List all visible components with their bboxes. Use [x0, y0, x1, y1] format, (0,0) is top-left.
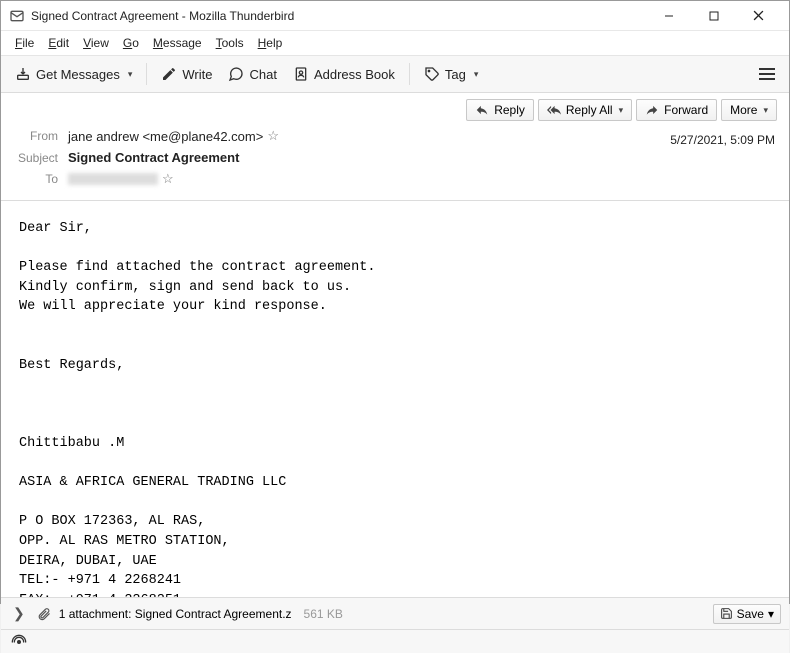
tag-button[interactable]: Tag ▾	[418, 62, 485, 86]
chevron-down-icon: ▾	[128, 69, 133, 80]
chevron-down-icon: ▾	[768, 607, 774, 621]
reply-all-button[interactable]: Reply All ▾	[538, 99, 632, 121]
pencil-icon	[161, 66, 177, 82]
reply-label: Reply	[494, 103, 525, 117]
star-icon[interactable]: ☆	[267, 128, 279, 144]
chat-icon	[228, 66, 244, 82]
expand-attachments-button[interactable]: ❯	[9, 605, 29, 622]
maximize-button[interactable]	[691, 1, 736, 31]
menu-view[interactable]: View	[77, 34, 115, 52]
address-book-icon	[293, 66, 309, 82]
to-value-redacted	[68, 173, 158, 185]
attachment-size: 561 KB	[304, 607, 343, 621]
get-messages-label: Get Messages	[36, 67, 120, 82]
tag-icon	[424, 66, 440, 82]
subject-row: Subject Signed Contract Agreement	[13, 147, 777, 168]
menu-go[interactable]: Go	[117, 34, 145, 52]
hamburger-icon	[759, 68, 775, 80]
window-title: Signed Contract Agreement - Mozilla Thun…	[31, 9, 646, 23]
save-icon	[720, 607, 733, 620]
chat-label: Chat	[249, 67, 276, 82]
attachment-bar: ❯ 1 attachment: Signed Contract Agreemen…	[1, 597, 789, 629]
from-value[interactable]: jane andrew <me@plane42.com>	[68, 129, 263, 144]
chevron-down-icon: ▾	[474, 69, 479, 80]
separator	[409, 63, 410, 85]
download-icon	[15, 66, 31, 82]
write-button[interactable]: Write	[155, 62, 218, 86]
message-header: Reply Reply All ▾ Forward More ▾ From jane…	[1, 93, 789, 201]
subject-value: Signed Contract Agreement	[68, 150, 239, 165]
more-button[interactable]: More ▾	[721, 99, 777, 121]
forward-label: Forward	[664, 103, 708, 117]
subject-label: Subject	[13, 151, 68, 165]
save-attachment-button[interactable]: Save ▾	[713, 604, 781, 624]
to-label: To	[13, 172, 68, 186]
message-body: Dear Sir, Please find attached the contr…	[1, 201, 789, 597]
tag-label: Tag	[445, 67, 466, 82]
menu-message[interactable]: Message	[147, 34, 208, 52]
get-messages-button[interactable]: Get Messages ▾	[9, 62, 138, 86]
attachment-summary[interactable]: 1 attachment: Signed Contract Agreement.…	[59, 607, 292, 621]
reply-all-label: Reply All	[566, 103, 613, 117]
write-label: Write	[182, 67, 212, 82]
chat-button[interactable]: Chat	[222, 62, 282, 86]
menu-help[interactable]: Help	[252, 34, 289, 52]
address-book-button[interactable]: Address Book	[287, 62, 401, 86]
chevron-down-icon: ▾	[763, 105, 768, 116]
connection-icon[interactable]	[11, 634, 27, 650]
app-menu-button[interactable]	[753, 64, 781, 84]
address-book-label: Address Book	[314, 67, 395, 82]
close-button[interactable]	[736, 1, 781, 31]
menu-file[interactable]: File	[9, 34, 40, 52]
to-row: To ☆	[13, 168, 777, 190]
forward-icon	[645, 103, 659, 117]
minimize-button[interactable]	[646, 1, 691, 31]
title-bar: Signed Contract Agreement - Mozilla Thun…	[1, 1, 789, 31]
reply-button[interactable]: Reply	[466, 99, 534, 121]
star-icon[interactable]: ☆	[162, 171, 174, 187]
status-bar	[1, 629, 789, 653]
from-row: From jane andrew <me@plane42.com> ☆	[13, 125, 777, 147]
separator	[146, 63, 147, 85]
action-row: Reply Reply All ▾ Forward More ▾	[13, 99, 777, 125]
menu-tools[interactable]: Tools	[210, 34, 250, 52]
from-label: From	[13, 129, 68, 143]
menu-edit[interactable]: Edit	[42, 34, 75, 52]
paperclip-icon	[37, 607, 51, 621]
message-datetime: 5/27/2021, 5:09 PM	[670, 133, 775, 147]
save-label: Save	[737, 607, 764, 621]
reply-icon	[475, 103, 489, 117]
more-label: More	[730, 103, 757, 117]
forward-button[interactable]: Forward	[636, 99, 717, 121]
reply-all-icon	[547, 103, 561, 117]
mail-app-icon	[9, 8, 25, 24]
chevron-down-icon: ▾	[619, 105, 624, 116]
menu-bar: File Edit View Go Message Tools Help	[1, 31, 789, 55]
main-toolbar: Get Messages ▾ Write Chat Address Book Ta…	[1, 55, 789, 93]
